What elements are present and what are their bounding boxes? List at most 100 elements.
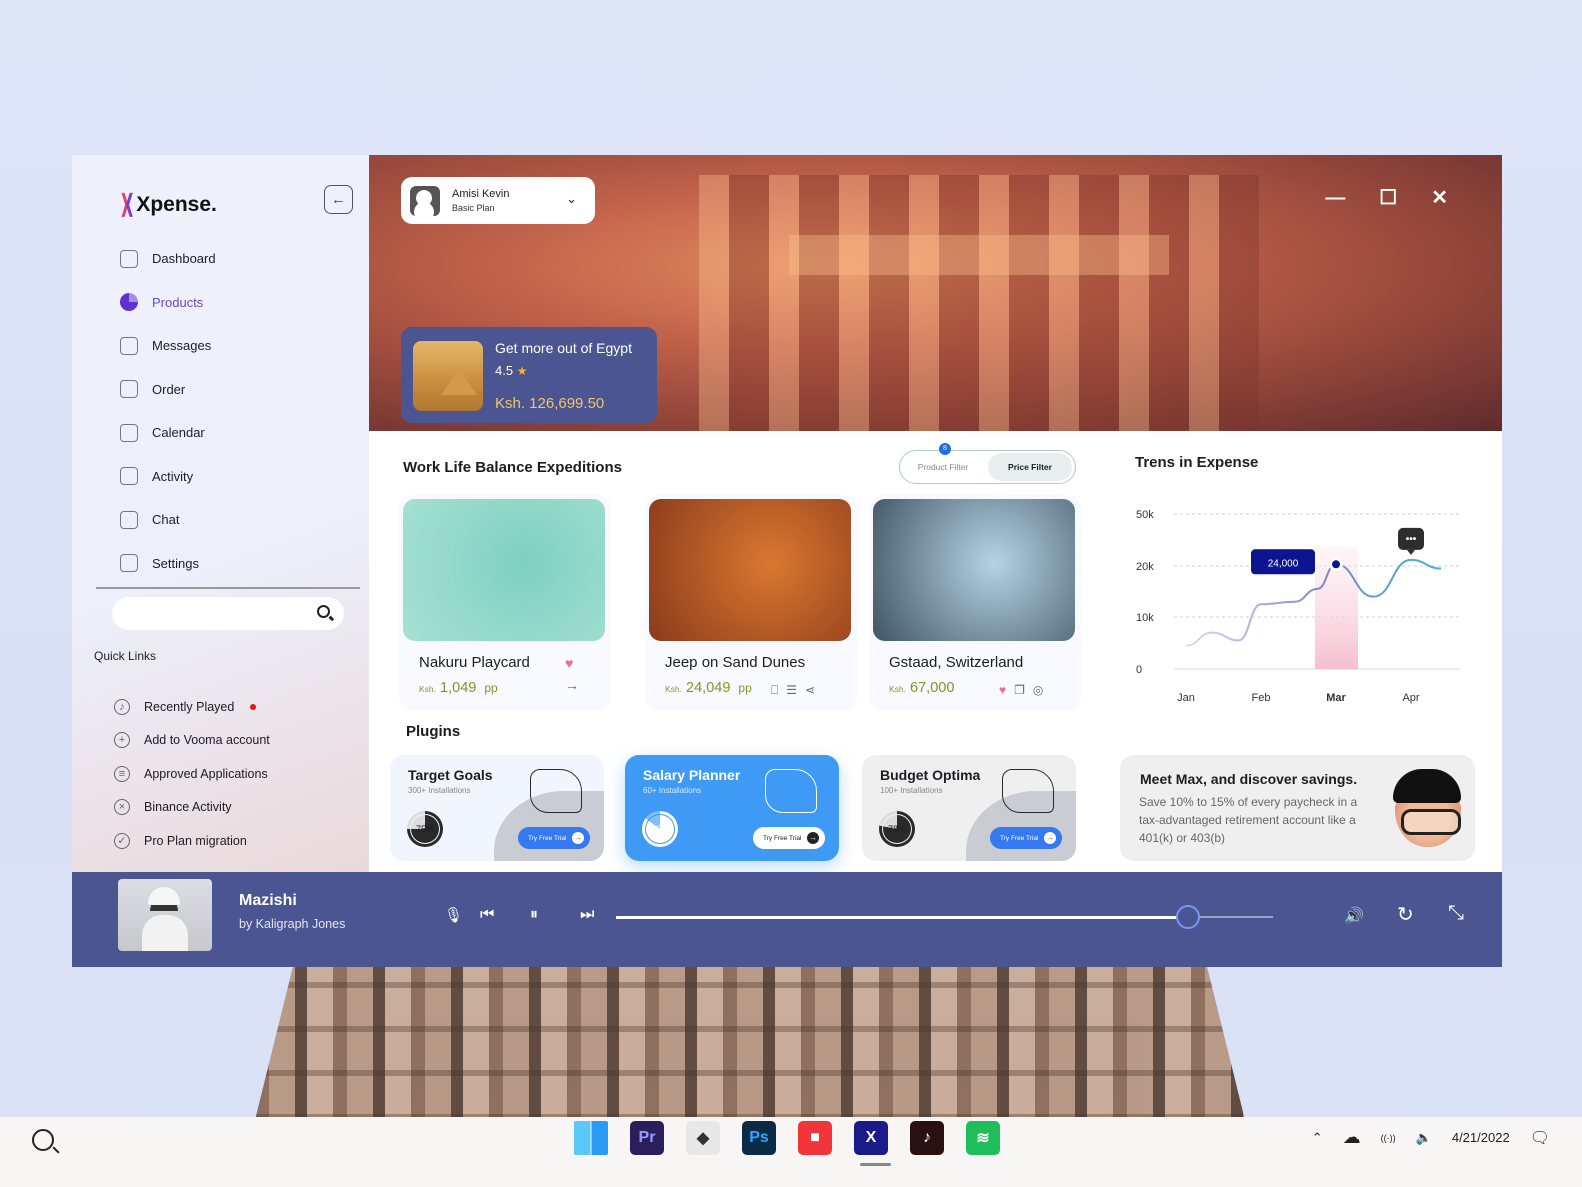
- try-free-trial-button[interactable]: Try Free Trial →: [753, 827, 825, 849]
- taskbar-app-spotify[interactable]: ≋: [966, 1121, 1000, 1155]
- sidebar-item-settings[interactable]: Settings: [120, 542, 216, 586]
- heart-icon[interactable]: ♥: [565, 655, 579, 671]
- close-button[interactable]: ✕: [1431, 188, 1448, 208]
- plugin-installs: 300+ Installations: [408, 786, 471, 795]
- sidebar-item-calendar[interactable]: Calendar: [120, 411, 216, 455]
- expedition-price: Ksh. 24,049 pp: [665, 680, 752, 696]
- button-label: Try Free Trial: [528, 834, 567, 842]
- sidebar-item-order[interactable]: Order: [120, 368, 216, 412]
- savings-promo-card[interactable]: Meet Max, and discover savings. Save 10%…: [1120, 755, 1475, 861]
- quick-link-label: Approved Applications: [144, 766, 268, 781]
- try-free-trial-button[interactable]: Try Free Trial →: [518, 827, 590, 849]
- price-value: 24,049: [686, 680, 731, 696]
- view-icon[interactable]: ◎: [1033, 683, 1043, 697]
- quick-link-item[interactable]: ≡ Approved Applications: [114, 757, 270, 791]
- plugins-title: Plugins: [406, 723, 461, 740]
- plugin-installs: 100+ Installations: [880, 786, 943, 795]
- product-filter-tab[interactable]: Product Filter: [900, 462, 986, 472]
- progress-slider[interactable]: [616, 905, 1273, 929]
- progress-handle[interactable]: [1175, 905, 1200, 929]
- button-label: Try Free Trial: [763, 834, 802, 842]
- quick-link-item[interactable]: + Add to Vooma account: [114, 724, 270, 758]
- plugin-card[interactable]: Budget Optima 100+ Installations 78% Try Fr…: [862, 755, 1076, 861]
- quick-link-item[interactable]: ♪ Recently Played: [114, 690, 270, 724]
- date[interactable]: 4/21/2022: [1452, 1130, 1510, 1145]
- taskbar-app-photoshop[interactable]: Ps: [742, 1121, 776, 1155]
- promo-rating: 4.5 ★: [495, 363, 527, 378]
- egypt-promo-card[interactable]: Get more out of Egypt 4.5 ★ Ksh. 126,699…: [401, 327, 657, 423]
- notification-icon[interactable]: 🗨: [1530, 1128, 1550, 1148]
- expedition-card[interactable]: Gstaad, Switzerland Ksh. 67,000 ♥ ❐ ◎: [869, 495, 1081, 711]
- chat-icon: [120, 510, 138, 529]
- expedition-card[interactable]: Nakuru Playcard Ksh. 1,049 pp ♥ →: [399, 495, 611, 711]
- music-player: Mazishi by Kaligraph Jones 🎙 ⏮ ⏸ ⏭ 🔊 ↻ ⤡: [72, 872, 1502, 967]
- cloud-icon[interactable]: ☁: [1343, 1127, 1361, 1148]
- search-icon[interactable]: [32, 1129, 54, 1151]
- sidebar-item-products[interactable]: Products: [120, 281, 216, 325]
- expedition-card[interactable]: Jeep on Sand Dunes Ksh. 24,049 pp ⎕ ☰ ⋖: [645, 495, 857, 711]
- add-list-icon[interactable]: ☰: [786, 683, 797, 698]
- price-filter-tab[interactable]: Price Filter: [988, 453, 1072, 481]
- microphone-icon[interactable]: 🎙: [444, 906, 463, 924]
- price-value: 67,000: [910, 680, 955, 696]
- plugin-name: Salary Planner: [643, 767, 741, 783]
- sidebar-item-activity[interactable]: Activity: [120, 455, 216, 499]
- quick-link-item[interactable]: ✓ Pro Plan migration: [114, 824, 270, 858]
- copy-icon[interactable]: ❐: [1014, 683, 1025, 697]
- sidebar-search[interactable]: [112, 597, 344, 630]
- volume-icon[interactable]: 🔈: [1416, 1130, 1432, 1146]
- progress-ring: 78%: [879, 811, 915, 847]
- taskbar-app-ethereum[interactable]: ◆: [686, 1121, 720, 1155]
- pause-button[interactable]: ⏸: [530, 906, 538, 924]
- previous-button[interactable]: ⏮: [480, 906, 494, 924]
- activity-icon: [120, 467, 138, 486]
- price-unit: pp: [738, 681, 752, 695]
- volume-icon[interactable]: 🔊: [1344, 906, 1364, 926]
- maximize-button[interactable]: ☐: [1379, 188, 1397, 208]
- try-free-trial-button[interactable]: Try Free Trial →: [990, 827, 1062, 849]
- user-switcher[interactable]: Amisi Kevin Basic Plan ⌄: [401, 177, 595, 224]
- arrow-right-icon[interactable]: →: [565, 677, 579, 693]
- arrow-right-icon: →: [1044, 832, 1056, 844]
- taskbar-app-tiktok[interactable]: ♪: [910, 1121, 944, 1155]
- chevron-up-icon[interactable]: ⌃: [1312, 1130, 1323, 1146]
- search-input[interactable]: [128, 597, 308, 630]
- savings-text: Save 10% to 15% of every paycheck in a t…: [1139, 795, 1358, 845]
- plugin-illustration: [1002, 769, 1054, 813]
- quick-link-label: Binance Activity: [144, 800, 232, 815]
- wifi-icon[interactable]: ((·)): [1381, 1133, 1396, 1143]
- collapse-sidebar-button[interactable]: ←: [324, 185, 353, 214]
- plugin-card[interactable]: Target Goals 300+ Installations 75% Try Fre…: [390, 755, 604, 861]
- expand-icon[interactable]: ⤡: [1448, 902, 1464, 925]
- minimize-button[interactable]: —: [1325, 188, 1345, 208]
- plugin-card[interactable]: Salary Planner 60+ Installations 85% Try Fr…: [625, 755, 839, 861]
- repeat-icon[interactable]: ↻: [1397, 902, 1414, 927]
- share-icon[interactable]: ⋖: [805, 683, 815, 698]
- chevron-down-icon[interactable]: ⌄: [566, 191, 577, 207]
- plus-circle-icon: +: [114, 732, 130, 749]
- x-tick-label: Jan: [1177, 692, 1195, 704]
- x-tick-label: Feb: [1252, 692, 1271, 704]
- bookmark-icon[interactable]: ⎕: [771, 683, 778, 698]
- arrow-left-icon: ←: [331, 191, 346, 208]
- running-indicator: [860, 1163, 891, 1166]
- taskbar-app-premiere[interactable]: Pr: [630, 1121, 664, 1155]
- taskbar-app-video[interactable]: ■: [798, 1121, 832, 1155]
- quick-link-item[interactable]: × Binance Activity: [114, 791, 270, 825]
- album-art: [118, 879, 212, 951]
- taskbar-app-xpense[interactable]: X: [854, 1121, 888, 1155]
- app-window: ⟩⟨ Xpense. ← Dashboard Products Messages Or…: [72, 155, 1502, 967]
- search-icon[interactable]: [317, 605, 330, 618]
- y-tick-label: 50k: [1136, 509, 1154, 521]
- chart-title: Trens in Expense: [1135, 454, 1259, 471]
- next-button[interactable]: ⏭: [580, 906, 594, 924]
- sidebar-item-chat[interactable]: Chat: [120, 498, 216, 542]
- expedition-name: Gstaad, Switzerland: [889, 654, 1024, 671]
- heart-icon[interactable]: ♥: [999, 683, 1006, 697]
- sidebar-item-messages[interactable]: Messages: [120, 324, 216, 368]
- sidebar-item-label: Products: [152, 294, 204, 310]
- sidebar-item-dashboard[interactable]: Dashboard: [120, 237, 216, 281]
- taskbar-app-windows[interactable]: [574, 1121, 608, 1155]
- logo-icon: ⟩⟨: [120, 189, 135, 219]
- plugin-illustration: [530, 769, 582, 813]
